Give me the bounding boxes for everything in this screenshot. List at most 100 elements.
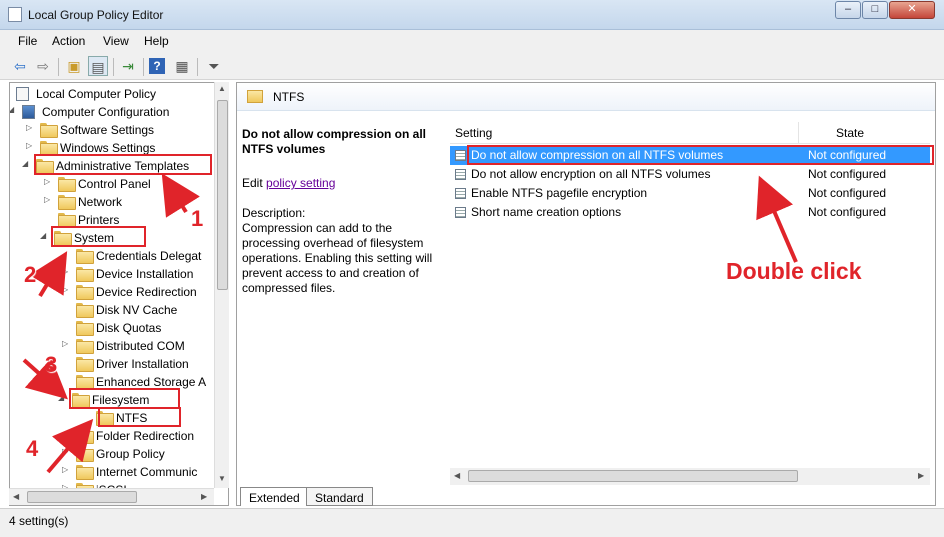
folder-icon <box>76 465 94 480</box>
expand-icon[interactable]: ▷ <box>44 177 54 186</box>
scroll-thumb[interactable] <box>27 491 137 503</box>
tree-item-label: Credentials Delegat <box>96 249 202 263</box>
tree-item[interactable]: ▷ Device Redirection <box>10 283 220 301</box>
app-icon <box>8 7 22 22</box>
expand-icon[interactable]: ▷ <box>62 339 72 348</box>
tree-vertical-scrollbar[interactable]: ▲ ▼ <box>214 82 229 488</box>
tree-item[interactable]: ◢ Computer Configuration <box>10 103 220 121</box>
collapse-icon[interactable]: ◢ <box>10 105 18 114</box>
tree-item[interactable]: ▷ Device Installation <box>10 265 220 283</box>
highlight-ntfs <box>98 407 181 427</box>
column-header-row: Setting State <box>450 122 930 144</box>
tree-item[interactable]: ▷ Distributed COM <box>10 337 220 355</box>
toolbar-separator <box>143 58 144 76</box>
help-icon[interactable]: ? <box>149 58 165 74</box>
forward-arrow-icon[interactable]: ⇨ <box>33 56 53 76</box>
tree-item[interactable]: ▷ Software Settings <box>10 121 220 139</box>
expand-icon[interactable]: ▷ <box>62 465 72 474</box>
expand-icon[interactable]: ▷ <box>44 195 54 204</box>
tree-item[interactable]: Local Computer Policy <box>10 85 220 103</box>
settings-horizontal-scrollbar[interactable]: ◀ ▶ <box>450 468 930 485</box>
folder-icon <box>76 429 94 444</box>
description-text: Compression can add to the processing ov… <box>242 221 433 295</box>
scroll-right-icon[interactable]: ▶ <box>201 492 207 501</box>
computer-icon <box>22 105 35 119</box>
setting-state: Not configured <box>808 205 887 219</box>
tree-item[interactable]: Credentials Delegat <box>10 247 220 265</box>
expand-icon[interactable]: ▷ <box>62 447 72 456</box>
back-arrow-icon[interactable]: ⇦ <box>10 56 30 76</box>
scroll-up-icon[interactable]: ▲ <box>218 84 226 93</box>
up-folder-icon[interactable]: ▣ <box>64 56 84 76</box>
menu-action[interactable]: Action <box>52 34 85 48</box>
folder-icon <box>76 321 94 336</box>
tree-item[interactable]: ▷ Control Panel <box>10 175 220 193</box>
scroll-thumb[interactable] <box>217 100 228 290</box>
collapse-icon[interactable]: ◢ <box>22 159 32 168</box>
column-setting[interactable]: Setting <box>455 126 492 140</box>
status-text: 4 setting(s) <box>9 514 69 528</box>
show-hide-tree-icon[interactable]: ▤ <box>88 56 108 76</box>
scroll-left-icon[interactable]: ◀ <box>454 471 460 480</box>
details-title: NTFS <box>273 90 305 104</box>
tree-item-label: Folder Redirection <box>96 429 195 443</box>
window-title: Local Group Policy Editor <box>28 8 164 22</box>
column-state[interactable]: State <box>836 126 864 140</box>
scroll-thumb[interactable] <box>468 470 798 482</box>
collapse-icon[interactable]: ◢ <box>58 393 68 402</box>
properties-icon[interactable]: ▦ <box>172 56 192 76</box>
expand-icon[interactable]: ▷ <box>62 267 72 276</box>
setting-row[interactable]: Enable NTFS pagefile encryption Not confi… <box>450 184 930 203</box>
tree-item-label: Device Redirection <box>96 285 197 299</box>
tree-item[interactable]: Disk NV Cache <box>10 301 220 319</box>
scroll-down-icon[interactable]: ▼ <box>218 474 226 483</box>
edit-prefix: Edit <box>242 176 263 190</box>
tree-item[interactable]: ▷ Group Policy <box>10 445 220 463</box>
description-label: Description: <box>242 206 306 220</box>
tree-item[interactable]: Folder Redirection <box>10 427 220 445</box>
folder-icon <box>247 90 263 103</box>
tree-item[interactable]: Driver Installation <box>10 355 220 373</box>
setting-row[interactable]: Short name creation options Not configure… <box>450 203 930 222</box>
setting-state: Not configured <box>808 167 887 181</box>
tree-item[interactable]: Disk Quotas <box>10 319 220 337</box>
setting-state: Not configured <box>808 186 887 200</box>
annotation-double-click: Double click <box>726 258 862 284</box>
maximize-button[interactable]: □ <box>862 1 888 19</box>
tree-item-label: Enhanced Storage A <box>96 375 207 389</box>
tree-item-label: Printers <box>78 213 120 227</box>
annotation-number-1: 1 <box>191 206 204 231</box>
policy-setting-icon <box>455 150 466 161</box>
tree-pane: Local Computer Policy ◢ Computer Configura… <box>9 82 229 506</box>
expand-icon[interactable]: ▷ <box>62 285 72 294</box>
export-list-icon[interactable]: ⇥ <box>118 56 138 76</box>
highlight-setting-row <box>467 145 934 165</box>
tree-item[interactable]: ▷ Internet Communic <box>10 463 220 481</box>
scroll-left-icon[interactable]: ◀ <box>13 492 19 501</box>
tree-item[interactable]: ▷ Network <box>10 193 220 211</box>
scroll-right-icon[interactable]: ▶ <box>918 471 924 480</box>
tree-horizontal-scrollbar[interactable]: ◀ ▶ <box>9 488 214 505</box>
annotation-number-2: 2 <box>24 262 37 287</box>
menu-file[interactable]: File <box>18 34 37 48</box>
tree-item-label: Software Settings <box>60 123 155 137</box>
setting-row[interactable]: Do not allow encryption on all NTFS volu… <box>450 165 930 184</box>
toolbar-separator <box>58 58 59 76</box>
tree-item-label: Group Policy <box>96 447 165 461</box>
collapse-icon[interactable]: ◢ <box>40 231 50 240</box>
menu-view[interactable]: View <box>103 34 129 48</box>
expand-icon[interactable]: ▷ <box>26 123 36 132</box>
filter-icon[interactable]: ⏷ <box>204 56 224 76</box>
menu-help[interactable]: Help <box>144 34 169 48</box>
policy-setting-icon <box>455 169 466 180</box>
edit-policy-link[interactable]: policy setting <box>266 176 335 190</box>
tree-item-label: Network <box>78 195 123 209</box>
folder-icon <box>76 303 94 318</box>
tab-standard[interactable]: Standard <box>306 487 373 506</box>
expand-icon[interactable]: ▷ <box>26 141 36 150</box>
close-button[interactable]: ✕ <box>889 1 935 19</box>
tab-extended[interactable]: Extended <box>240 487 309 506</box>
tree-item-label: Disk Quotas <box>96 321 162 335</box>
minimize-button[interactable]: – <box>835 1 861 19</box>
folder-icon <box>76 375 94 390</box>
